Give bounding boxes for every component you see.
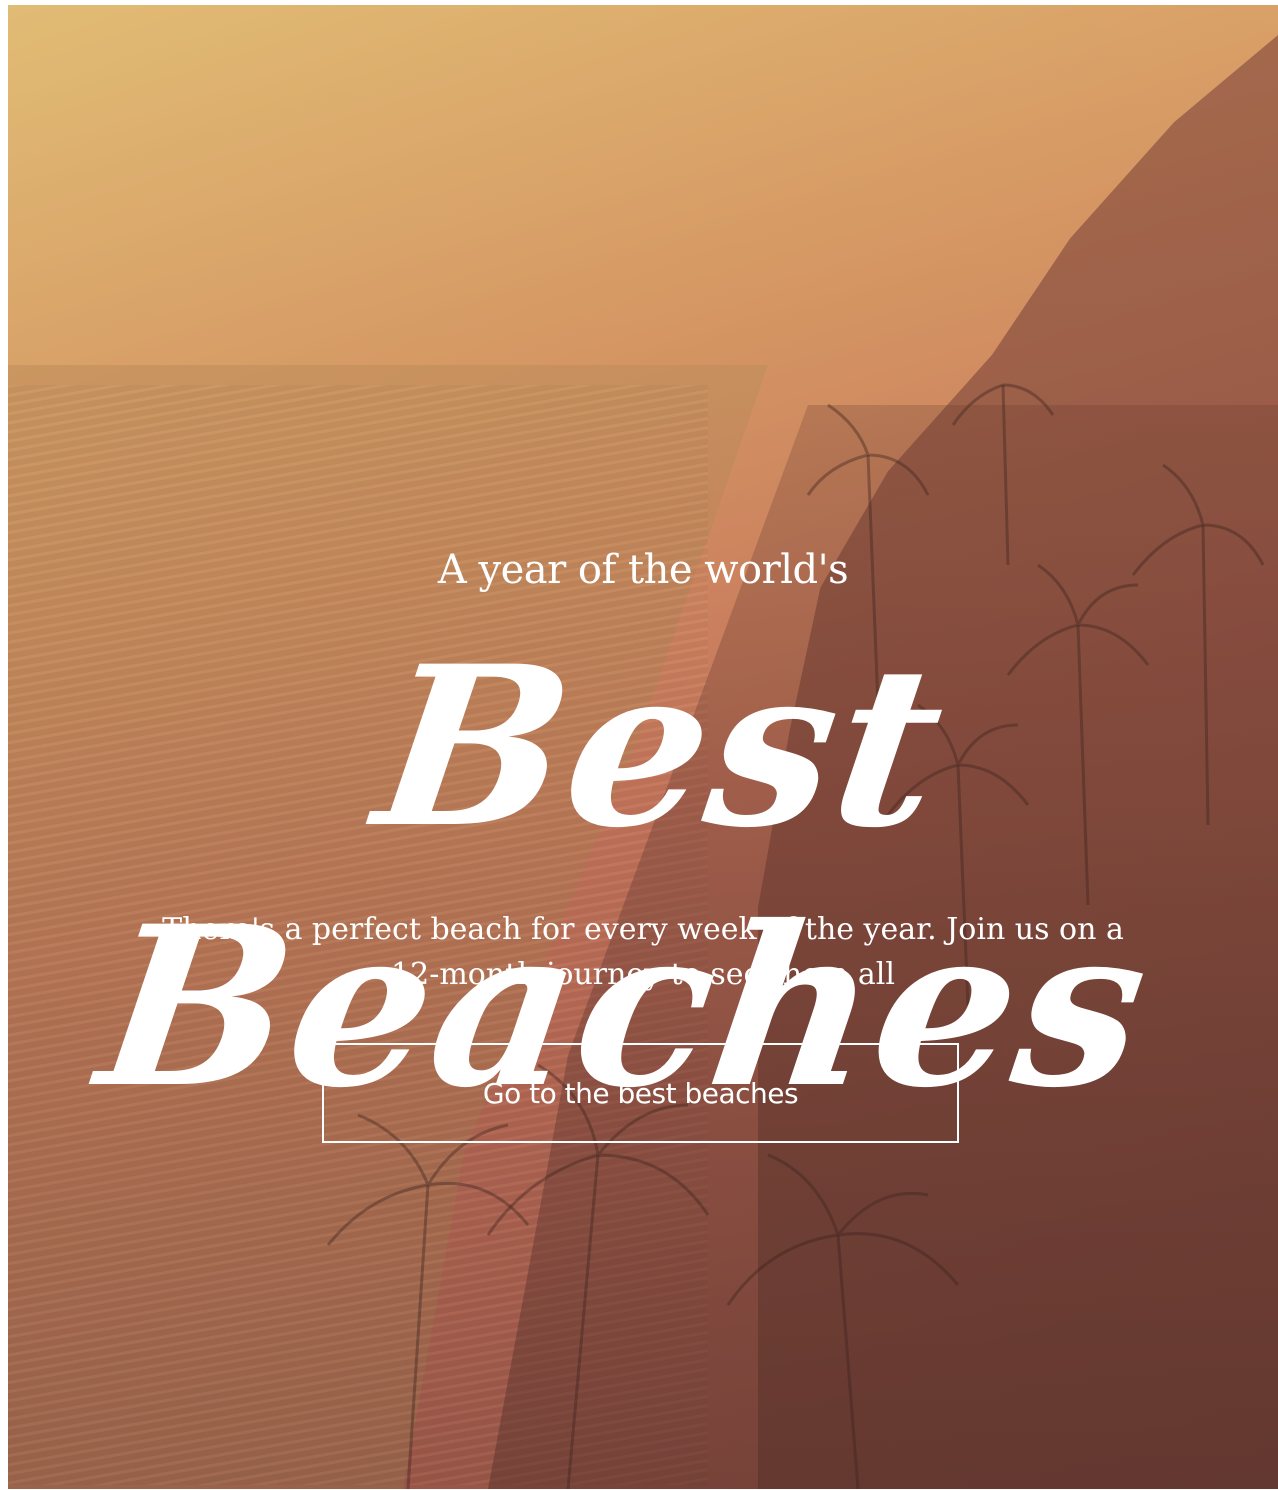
go-to-best-beaches-button[interactable]: Go to the best beaches — [322, 1043, 959, 1143]
hero-description: There's a perfect beach for every week o… — [162, 912, 1124, 992]
hero-banner: A year of the world's Best Beaches There… — [8, 5, 1278, 1489]
hero-content: A year of the world's Best Beaches There… — [8, 5, 1278, 1489]
hero-subtitle: A year of the world's — [437, 547, 849, 593]
